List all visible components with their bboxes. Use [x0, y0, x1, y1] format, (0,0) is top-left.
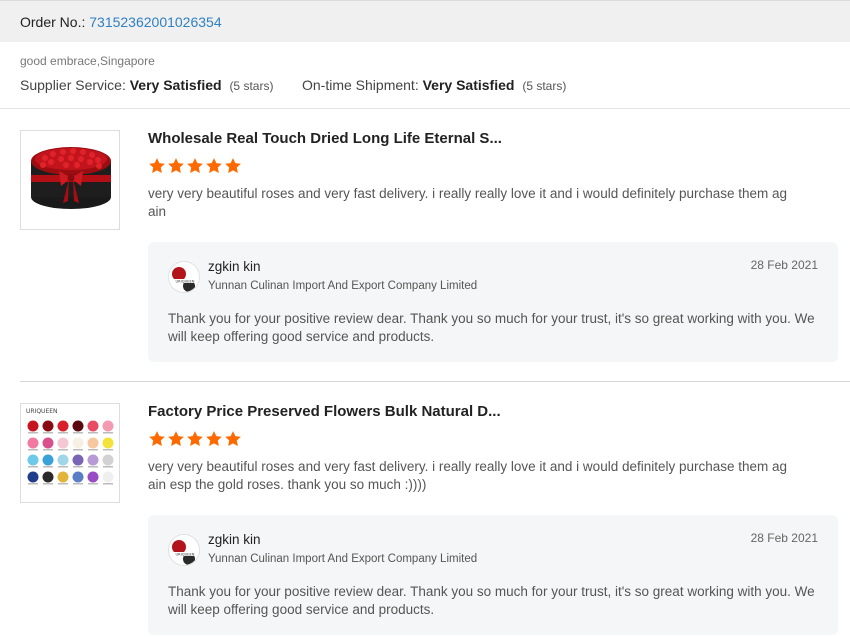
avatar: URIQUEEN: [168, 261, 200, 293]
star-icon: [225, 158, 241, 174]
order-number-link[interactable]: 73152362001026354: [89, 14, 221, 30]
supplier-service-value: Very Satisfied: [129, 77, 222, 93]
supplier-service-rating: Supplier Service: Very Satisfied (5 star…: [20, 77, 273, 93]
review-comment: very very beautiful roses and very fast …: [148, 459, 788, 492]
svg-text:URIQUEEN: URIQUEEN: [176, 279, 195, 283]
star-icon: [225, 431, 241, 447]
shipment-rating: On-time Shipment: Very Satisfied (5 star…: [302, 77, 566, 93]
star-icon: [149, 158, 165, 174]
section-divider: [0, 108, 850, 109]
product-thumbnail[interactable]: [20, 130, 120, 230]
star-icon: [206, 158, 222, 174]
star-icon: [149, 431, 165, 447]
reply-text: Thank you for your positive review dear.…: [168, 584, 815, 617]
order-number-label: Order No.:: [20, 14, 86, 30]
shipment-label: On-time Shipment:: [302, 77, 419, 93]
order-number-row: Order No.: 73152362001026354: [20, 14, 222, 30]
shipment-stars: (5 stars): [522, 79, 567, 93]
review-comment: very very beautiful roses and very fast …: [148, 186, 788, 219]
svg-text:URIQUEEN: URIQUEEN: [176, 552, 195, 556]
shipment-value: Very Satisfied: [422, 77, 515, 93]
avatar: URIQUEEN: [168, 534, 200, 566]
star-icon: [168, 431, 184, 447]
supplier-logo-icon: URIQUEEN: [169, 535, 199, 565]
star-icon: [206, 431, 222, 447]
product-title[interactable]: Wholesale Real Touch Dried Long Life Ete…: [148, 130, 502, 147]
star-icon: [187, 158, 203, 174]
supplier-reply: URIQUEEN zgkin kin Yunnan Culinan Import…: [148, 242, 838, 362]
star-rating: [148, 430, 243, 452]
star-rating: [148, 157, 243, 179]
supplier-company: Yunnan Culinan Import And Export Company…: [208, 553, 478, 565]
reply-text: Thank you for your positive review dear.…: [168, 311, 815, 344]
product-thumbnail[interactable]: URIQUEEN: [20, 403, 120, 503]
star-icon: [187, 431, 203, 447]
brand-logo-text: URIQUEEN: [26, 408, 58, 415]
reply-date: 28 Feb 2021: [750, 258, 818, 272]
order-header: Order No.: 73152362001026354: [0, 0, 850, 42]
review-divider: [20, 381, 850, 382]
rose-box-product-image: [21, 131, 119, 229]
flower-color-chart-product-image: URIQUEEN: [21, 404, 119, 502]
supplier-name: zgkin kin: [208, 259, 261, 274]
reply-date: 28 Feb 2021: [750, 531, 818, 545]
supplier-service-label: Supplier Service:: [20, 77, 126, 93]
supplier-company: Yunnan Culinan Import And Export Company…: [208, 280, 478, 292]
supplier-service-stars: (5 stars): [229, 79, 274, 93]
supplier-logo-icon: URIQUEEN: [169, 262, 199, 292]
product-title[interactable]: Factory Price Preserved Flowers Bulk Nat…: [148, 403, 501, 420]
buyer-name-location: good embrace,Singapore: [20, 54, 155, 68]
feedback-summary: good embrace,Singapore Supplier Service:…: [20, 54, 566, 93]
supplier-name: zgkin kin: [208, 532, 261, 547]
star-icon: [168, 158, 184, 174]
supplier-reply: URIQUEEN zgkin kin Yunnan Culinan Import…: [148, 515, 838, 635]
